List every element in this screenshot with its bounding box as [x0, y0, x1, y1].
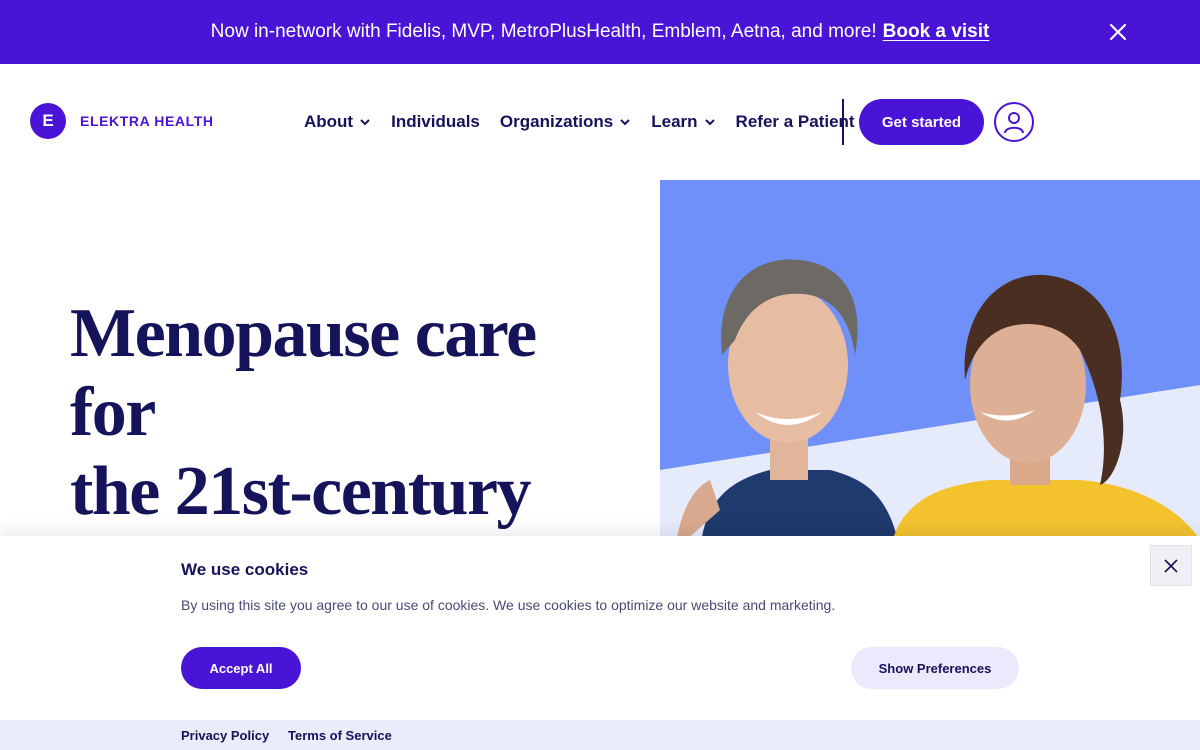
close-announcement-icon[interactable] — [1106, 20, 1130, 44]
cookie-text: By using this site you agree to our use … — [181, 597, 836, 613]
nav-item-label: Refer a Patient — [735, 112, 855, 131]
site-header: E ELEKTRA HEALTH About Individuals Organ… — [0, 64, 1200, 180]
user-icon — [1004, 112, 1024, 134]
main-nav: About Individuals Organizations Learn Re… — [304, 110, 875, 134]
logo[interactable]: E ELEKTRA HEALTH — [30, 103, 214, 139]
close-icon — [1164, 558, 1178, 573]
close-cookie-button[interactable] — [1150, 545, 1192, 586]
nav-item-individuals[interactable]: Individuals — [391, 112, 480, 132]
nav-item-label: Learn — [651, 112, 698, 131]
nav-item-organizations[interactable]: Organizations — [500, 112, 631, 132]
cookie-banner: We use cookies By using this site you ag… — [0, 536, 1200, 720]
nav-item-learn[interactable]: Learn — [651, 112, 715, 132]
nav-item-refer-patient[interactable]: Refer a Patient — [736, 112, 855, 132]
announcement-message: Now in-network with Fidelis, MVP, MetroP… — [210, 21, 877, 42]
hero-title-line: Menopause care for — [70, 295, 537, 451]
hero-title-line: the 21st-century — [70, 453, 532, 530]
nav-divider — [842, 99, 844, 145]
chevron-down-icon — [704, 119, 715, 126]
book-visit-link[interactable]: Book a visit — [883, 21, 990, 43]
show-preferences-button[interactable]: Show Preferences — [851, 647, 1019, 689]
cookie-title: We use cookies — [181, 560, 309, 579]
hero-image — [660, 180, 1200, 550]
logo-mark: E — [30, 103, 66, 139]
chevron-down-icon — [360, 119, 370, 126]
nav-item-about[interactable]: About — [304, 112, 371, 132]
accept-all-button[interactable]: Accept All — [181, 647, 301, 689]
nav-item-label: Individuals — [391, 112, 480, 131]
terms-of-service-link[interactable]: Terms of Service — [288, 728, 392, 743]
privacy-policy-link[interactable]: Privacy Policy — [181, 728, 269, 743]
logo-text: ELEKTRA HEALTH — [80, 113, 214, 129]
nav-item-label: About — [304, 112, 354, 131]
announcement-bar: Now in-network with Fidelis, MVP, MetroP… — [0, 0, 1200, 64]
account-button[interactable] — [994, 102, 1034, 142]
chevron-down-icon — [620, 119, 630, 126]
get-started-button[interactable]: Get started — [859, 99, 984, 145]
nav-item-label: Organizations — [499, 112, 614, 131]
cookie-legal-links: Privacy Policy Terms of Service — [0, 720, 1200, 750]
